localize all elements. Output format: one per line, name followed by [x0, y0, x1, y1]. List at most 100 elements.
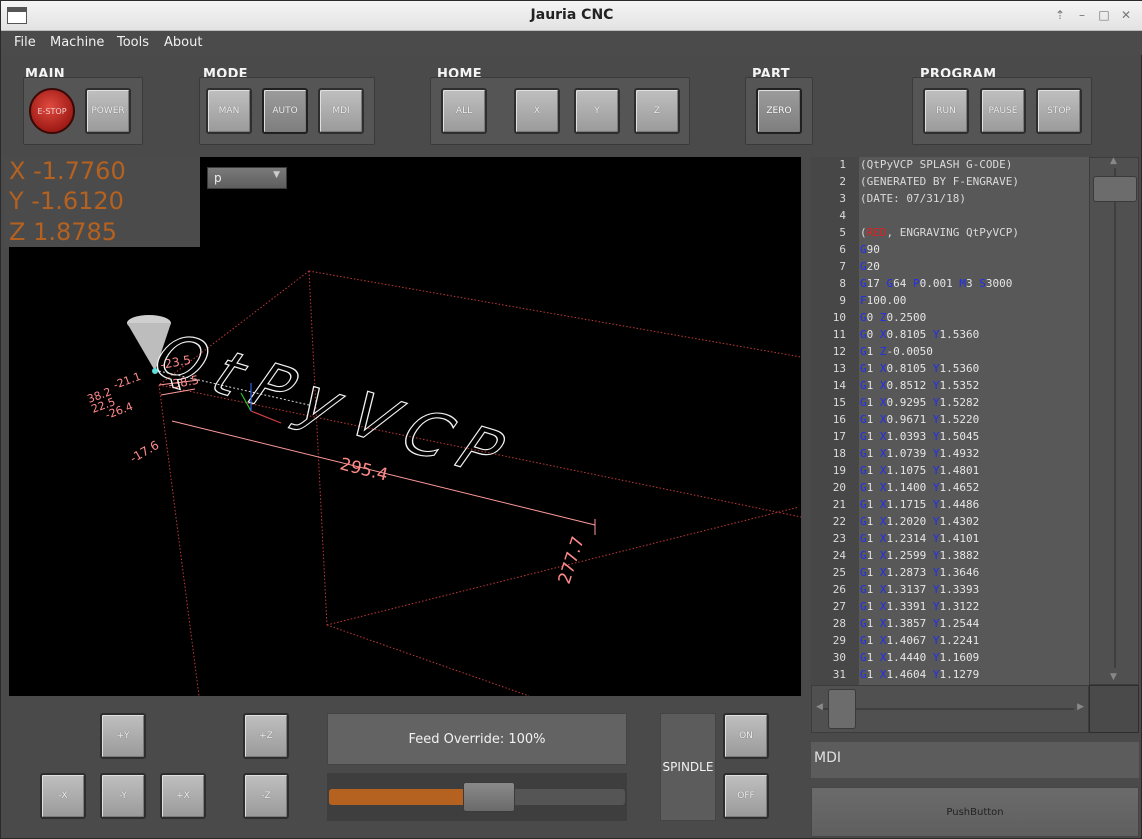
gcode-line-text: F100.00 [860, 294, 907, 307]
gcode-line[interactable]: 12 G1 Z-0.0050 [811, 345, 1089, 362]
window-title: Jauria CNC [530, 7, 614, 23]
jog-plus-z-button[interactable]: +Z [243, 713, 289, 759]
estop-button[interactable]: E-STOP [29, 88, 75, 134]
gcode-line[interactable]: 7 G20 [811, 260, 1089, 277]
gcode-line-number: 5 [839, 226, 846, 239]
gcode-line[interactable]: 26 G1 X1.3137 Y1.3393 [811, 583, 1089, 600]
shade-icon[interactable]: ⇡ [1053, 8, 1067, 22]
gcode-line[interactable]: 13 G1 X0.8105 Y1.5360 [811, 362, 1089, 379]
mode-auto-button[interactable]: AUTO [262, 88, 308, 134]
gcode-line-text: G1 X1.4604 Y1.1279 [860, 668, 980, 681]
mode-man-button[interactable]: MAN [206, 88, 252, 134]
view-select-dropdown[interactable]: p ▼ [207, 167, 287, 189]
gcode-line[interactable]: 5 (RED, ENGRAVING QtPyVCP) [811, 226, 1089, 243]
gcode-line[interactable]: 11 G0 X0.8105 Y1.5360 [811, 328, 1089, 345]
gcode-horizontal-scrollbar[interactable]: ◀ ▶ [811, 685, 1089, 733]
gcode-line[interactable]: 16 G1 X0.9671 Y1.5220 [811, 413, 1089, 430]
scroll-left-icon[interactable]: ◀ [816, 702, 823, 712]
scroll-right-icon[interactable]: ▶ [1077, 702, 1084, 712]
gcode-line[interactable]: 18 G1 X1.0739 Y1.4932 [811, 447, 1089, 464]
gcode-line-text: (RED, ENGRAVING QtPyVCP) [860, 226, 1019, 239]
gcode-line[interactable]: 28 G1 X1.3857 Y1.2544 [811, 617, 1089, 634]
gcode-line-number: 29 [832, 634, 846, 647]
home-x-button[interactable]: X [514, 88, 560, 134]
gcode-line-number: 24 [832, 549, 846, 562]
jog-plus-y-button[interactable]: +Y [100, 713, 146, 759]
scroll-up-icon[interactable]: ▲ [1110, 156, 1117, 166]
feed-override-fill [329, 789, 465, 805]
part-zero-button[interactable]: ZERO [756, 88, 802, 134]
jog-minus-z-button[interactable]: -Z [243, 773, 289, 819]
menu-file[interactable]: File [14, 35, 36, 50]
gcode-line-text: G1 X1.3137 Y1.3393 [860, 583, 980, 596]
gcode-line-text: (GENERATED BY F-ENGRAVE) [860, 175, 1019, 188]
gcode-line-number: 8 [839, 277, 846, 290]
mdi-input[interactable]: MDI [811, 742, 1139, 778]
feed-override-handle[interactable] [463, 782, 515, 812]
close-icon[interactable]: ✕ [1119, 8, 1133, 22]
spindle-on-button[interactable]: ON [723, 713, 769, 759]
minimize-icon[interactable]: – [1075, 8, 1089, 22]
menu-tools[interactable]: Tools [117, 35, 149, 50]
gcode-vertical-scrollbar[interactable]: ▲ ▼ [1089, 156, 1139, 685]
program-stop-button[interactable]: STOP [1036, 88, 1082, 134]
scroll-down-icon[interactable]: ▼ [1110, 672, 1117, 682]
gcode-line-number: 14 [832, 379, 846, 392]
gcode-line-text: G90 [860, 243, 880, 256]
gcode-line-text: G1 X1.3391 Y1.3122 [860, 600, 980, 613]
gcode-line[interactable]: 24 G1 X1.2599 Y1.3882 [811, 549, 1089, 566]
gcode-line-number: 19 [832, 464, 846, 477]
maximize-icon[interactable]: □ [1097, 8, 1111, 22]
spindle-off-button[interactable]: OFF [723, 773, 769, 819]
gcode-line-text: G20 [860, 260, 880, 273]
program-pause-button[interactable]: PAUSE [980, 88, 1026, 134]
menu-about[interactable]: About [164, 35, 202, 50]
gcode-line[interactable]: 31 G1 X1.4604 Y1.1279 [811, 668, 1089, 685]
jog-minus-x-button[interactable]: -X [40, 773, 86, 819]
gcode-line[interactable]: 8 G17 G64 P0.001 M3 S3000 [811, 277, 1089, 294]
program-run-button[interactable]: RUN [923, 88, 969, 134]
gcode-editor[interactable]: 1 (QtPyVCP SPLASH G-CODE) 2 (GENERATED BY F… [811, 157, 1089, 685]
mode-mdi-button[interactable]: MDI [318, 88, 364, 134]
gcode-line[interactable]: 9 F100.00 [811, 294, 1089, 311]
gcode-line[interactable]: 21 G1 X1.1715 Y1.4486 [811, 498, 1089, 515]
menu-machine[interactable]: Machine [50, 35, 104, 50]
gcode-line-text: G1 X1.2873 Y1.3646 [860, 566, 980, 579]
jog-minus-y-button[interactable]: -Y [100, 773, 146, 819]
home-z-button[interactable]: Z [634, 88, 680, 134]
gcode-line[interactable]: 19 G1 X1.1075 Y1.4801 [811, 464, 1089, 481]
push-button[interactable]: PushButton [811, 787, 1139, 837]
home-y-button[interactable]: Y [574, 88, 620, 134]
gcode-line[interactable]: 17 G1 X1.0393 Y1.5045 [811, 430, 1089, 447]
gcode-line[interactable]: 3 (DATE: 07/31/18) [811, 192, 1089, 209]
vertical-scroll-thumb[interactable] [1093, 176, 1137, 202]
gcode-line-number: 6 [839, 243, 846, 256]
gcode-line-number: 9 [839, 294, 846, 307]
horizontal-scroll-thumb[interactable] [828, 689, 856, 729]
gcode-line-text: G0 X0.8105 Y1.5360 [860, 328, 980, 341]
gcode-line[interactable]: 22 G1 X1.2020 Y1.4302 [811, 515, 1089, 532]
gcode-line[interactable]: 14 G1 X0.8512 Y1.5352 [811, 379, 1089, 396]
feed-override-slider[interactable] [327, 773, 627, 821]
gcode-line[interactable]: 2 (GENERATED BY F-ENGRAVE) [811, 175, 1089, 192]
gcode-line[interactable]: 1 (QtPyVCP SPLASH G-CODE) [811, 158, 1089, 175]
chevron-down-icon: ▼ [273, 170, 280, 180]
gcode-line-number: 28 [832, 617, 846, 630]
gcode-line[interactable]: 27 G1 X1.3391 Y1.3122 [811, 600, 1089, 617]
gcode-line[interactable]: 20 G1 X1.1400 Y1.4652 [811, 481, 1089, 498]
gcode-line-text: G1 Z-0.0050 [860, 345, 933, 358]
power-button[interactable]: POWER [85, 88, 131, 134]
gcode-line[interactable]: 15 G1 X0.9295 Y1.5282 [811, 396, 1089, 413]
jog-plus-x-button[interactable]: +X [160, 773, 206, 819]
gcode-line-text: (DATE: 07/31/18) [860, 192, 966, 205]
gcode-line[interactable]: 6 G90 [811, 243, 1089, 260]
gcode-line[interactable]: 23 G1 X1.2314 Y1.4101 [811, 532, 1089, 549]
gcode-line[interactable]: 29 G1 X1.4067 Y1.2241 [811, 634, 1089, 651]
home-all-button[interactable]: ALL [441, 88, 487, 134]
gcode-line[interactable]: 4 [811, 209, 1089, 226]
gcode-line[interactable]: 10 G0 Z0.2500 [811, 311, 1089, 328]
gcode-line-text: G1 X1.1715 Y1.4486 [860, 498, 980, 511]
gcode-line[interactable]: 30 G1 X1.4440 Y1.1609 [811, 651, 1089, 668]
dimension-small-label-0: -17.6 [128, 438, 162, 466]
gcode-line[interactable]: 25 G1 X1.2873 Y1.3646 [811, 566, 1089, 583]
